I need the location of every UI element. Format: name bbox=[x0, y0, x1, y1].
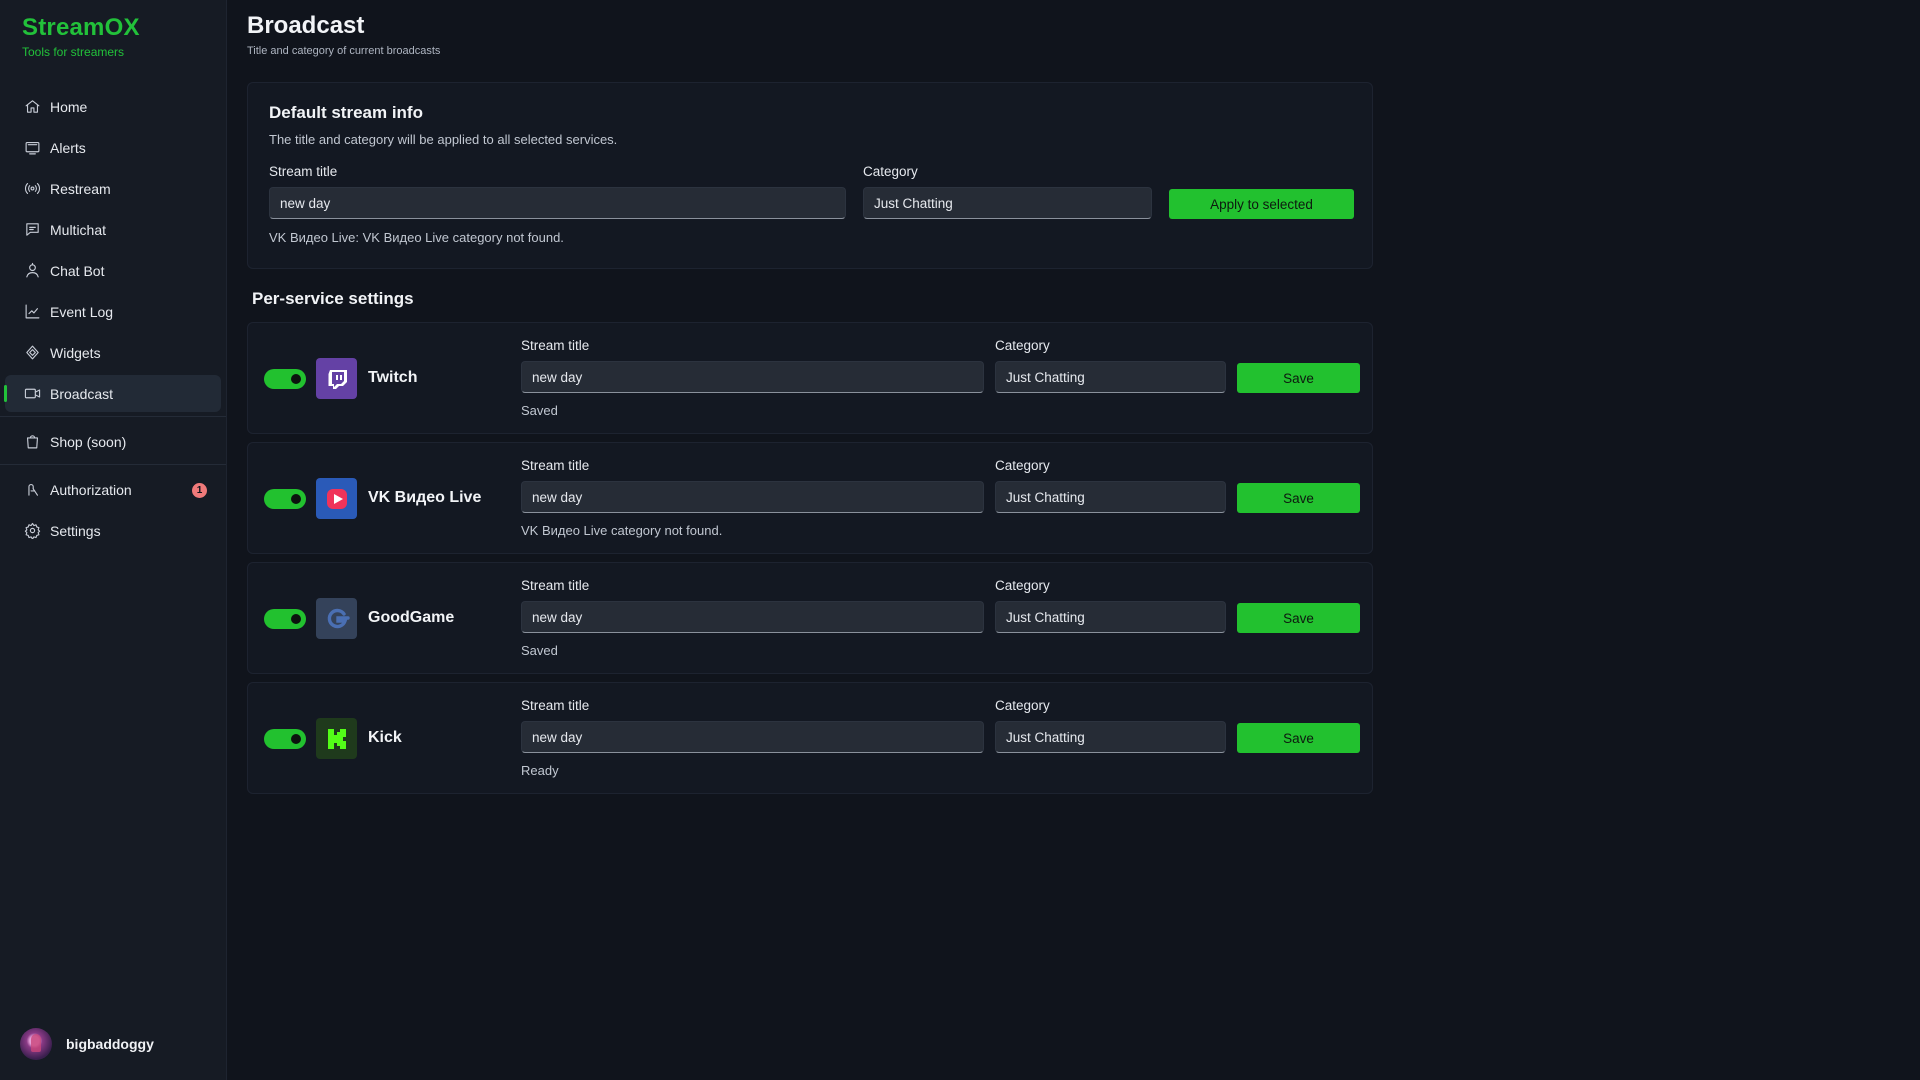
service-name: GoodGame bbox=[368, 609, 455, 626]
default-stream-info-card: Default stream info The title and catego… bbox=[247, 82, 1373, 269]
category-input[interactable]: Just Chatting bbox=[995, 361, 1226, 393]
gear-icon bbox=[23, 522, 41, 540]
kick-logo-icon bbox=[316, 718, 357, 759]
stream-title-label: Stream title bbox=[521, 698, 590, 713]
service-name: Kick bbox=[368, 729, 402, 746]
save-button[interactable]: Save bbox=[1237, 723, 1360, 753]
brand-name[interactable]: StreamOX bbox=[22, 14, 204, 42]
sidebar-item-label: Authorization bbox=[50, 481, 132, 498]
service-name: Twitch bbox=[368, 369, 418, 386]
sidebar-item-restream[interactable]: Restream bbox=[5, 170, 221, 207]
bot-icon bbox=[23, 262, 41, 280]
save-button[interactable]: Save bbox=[1237, 483, 1360, 513]
stream-title-input[interactable]: new day bbox=[521, 481, 984, 513]
username: bigbaddoggy bbox=[66, 1036, 154, 1052]
stream-title-input[interactable]: new day bbox=[269, 187, 846, 219]
category-label: Category bbox=[995, 578, 1050, 593]
sidebar-item-label: Chat Bot bbox=[50, 262, 105, 279]
sidebar-item-label: Widgets bbox=[50, 344, 101, 361]
shopping-bag-icon bbox=[23, 433, 41, 451]
stream-title-input[interactable]: new day bbox=[521, 601, 984, 633]
main-content: Broadcast Title and category of current … bbox=[227, 0, 1920, 1080]
service-status: Saved bbox=[521, 643, 558, 658]
sidebar-item-label: Settings bbox=[50, 522, 101, 539]
chat-icon bbox=[23, 221, 41, 239]
broadcast-waves-icon bbox=[23, 180, 41, 198]
service-toggle[interactable] bbox=[264, 489, 306, 509]
category-input[interactable]: Just Chatting bbox=[995, 601, 1226, 633]
sidebar-item-widgets[interactable]: Widgets bbox=[5, 334, 221, 371]
service-card-kick: Kick Stream title new day Category Just … bbox=[247, 682, 1373, 794]
brand-tagline: Tools for streamers bbox=[22, 45, 125, 59]
vk-video-logo-icon bbox=[316, 478, 357, 519]
sidebar-item-authorization[interactable]: Authorization 1 bbox=[5, 471, 221, 508]
sidebar-item-shop[interactable]: Shop (soon) bbox=[5, 423, 221, 460]
stream-title-label: Stream title bbox=[269, 164, 338, 179]
sidebar-item-alerts[interactable]: Alerts bbox=[5, 129, 221, 166]
user-profile[interactable]: bigbaddoggy bbox=[20, 1028, 154, 1060]
sidebar-item-event-log[interactable]: Event Log bbox=[5, 293, 221, 330]
category-input[interactable]: Just Chatting bbox=[995, 721, 1226, 753]
sidebar: StreamOX Tools for streamers Home Alerts… bbox=[0, 0, 227, 1080]
category-input[interactable]: Just Chatting bbox=[995, 481, 1226, 513]
category-label: Category bbox=[863, 164, 918, 179]
chart-icon bbox=[23, 303, 41, 321]
sidebar-item-chat-bot[interactable]: Chat Bot bbox=[5, 252, 221, 289]
stream-title-label: Stream title bbox=[521, 578, 590, 593]
service-card-goodgame: GoodGame Stream title new day Category J… bbox=[247, 562, 1373, 674]
category-label: Category bbox=[995, 338, 1050, 353]
brand: StreamOX Tools for streamers bbox=[0, 0, 226, 88]
category-label: Category bbox=[995, 698, 1050, 713]
avatar[interactable] bbox=[20, 1028, 52, 1060]
per-service-title: Per-service settings bbox=[252, 289, 414, 308]
widgets-icon bbox=[23, 344, 41, 362]
nav-divider bbox=[0, 464, 226, 465]
sidebar-item-label: Shop (soon) bbox=[50, 433, 127, 450]
twitch-logo-icon bbox=[316, 358, 357, 399]
sidebar-item-home[interactable]: Home bbox=[5, 88, 221, 125]
save-button[interactable]: Save bbox=[1237, 363, 1360, 393]
key-icon bbox=[23, 481, 41, 499]
nav-divider bbox=[0, 416, 226, 417]
service-toggle[interactable] bbox=[264, 369, 306, 389]
sidebar-nav: Home Alerts Restream Multichat Chat Bot … bbox=[0, 88, 226, 549]
notification-badge: 1 bbox=[192, 483, 207, 498]
default-info-title: Default stream info bbox=[269, 103, 423, 122]
category-input[interactable]: Just Chatting bbox=[863, 187, 1152, 219]
save-button[interactable]: Save bbox=[1237, 603, 1360, 633]
home-icon bbox=[23, 98, 41, 116]
goodgame-logo-icon bbox=[316, 598, 357, 639]
sidebar-item-label: Restream bbox=[50, 180, 111, 197]
sidebar-item-label: Home bbox=[50, 98, 88, 115]
service-name: VK Видео Live bbox=[368, 489, 482, 506]
stream-title-label: Stream title bbox=[521, 458, 590, 473]
sidebar-item-settings[interactable]: Settings bbox=[5, 512, 221, 549]
service-card-vk-video-live: VK Видео Live Stream title new day Categ… bbox=[247, 442, 1373, 554]
service-status: Ready bbox=[521, 763, 559, 778]
default-info-description: The title and category will be applied t… bbox=[269, 132, 618, 147]
service-status: Saved bbox=[521, 403, 558, 418]
service-toggle[interactable] bbox=[264, 729, 306, 749]
page-title: Broadcast bbox=[247, 12, 365, 39]
stream-title-label: Stream title bbox=[521, 338, 590, 353]
category-label: Category bbox=[995, 458, 1050, 473]
page-subtitle: Title and category of current broadcasts bbox=[247, 45, 441, 57]
sidebar-item-multichat[interactable]: Multichat bbox=[5, 211, 221, 248]
apply-to-selected-button[interactable]: Apply to selected bbox=[1169, 189, 1354, 219]
sidebar-item-label: Event Log bbox=[50, 303, 114, 320]
stream-title-input[interactable]: new day bbox=[521, 361, 984, 393]
default-info-note: VK Видео Live: VK Видео Live category no… bbox=[269, 230, 564, 245]
sidebar-item-label: Broadcast bbox=[50, 385, 114, 402]
camera-icon bbox=[23, 385, 41, 403]
alerts-icon bbox=[23, 139, 41, 157]
service-toggle[interactable] bbox=[264, 609, 306, 629]
service-status: VK Видео Live category not found. bbox=[521, 523, 723, 538]
sidebar-item-broadcast[interactable]: Broadcast bbox=[4, 375, 221, 412]
stream-title-input[interactable]: new day bbox=[521, 721, 984, 753]
sidebar-item-label: Alerts bbox=[50, 139, 86, 156]
service-card-twitch: Twitch Stream title new day Category Jus… bbox=[247, 322, 1373, 434]
app-root: StreamOX Tools for streamers Home Alerts… bbox=[0, 0, 1920, 1080]
sidebar-item-label: Multichat bbox=[50, 221, 107, 238]
